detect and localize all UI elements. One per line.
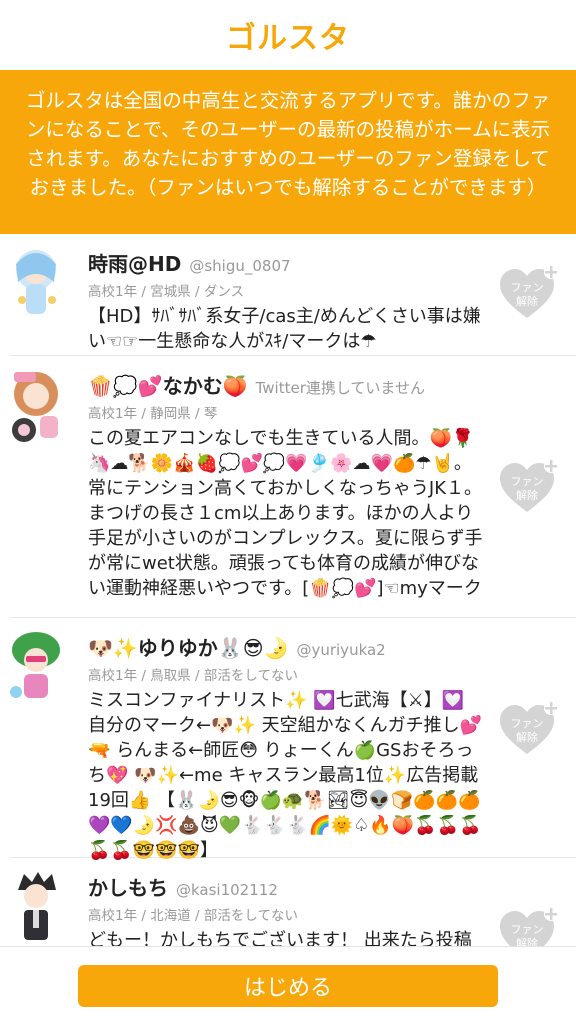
avatar[interactable] xyxy=(6,868,68,946)
avatar-image-icon xyxy=(10,632,60,698)
user-meta: 高校1年 / 北海道 / 部活をしてない xyxy=(88,908,298,924)
user-name[interactable]: 時雨@HD xyxy=(88,248,181,277)
app-logo: ゴルスタ xyxy=(226,21,350,56)
start-button[interactable]: はじめる xyxy=(78,964,498,1007)
avatar[interactable] xyxy=(6,244,68,324)
list-item[interactable]: かしもち @kasi102112 高校1年 / 北海道 / 部活をしてない ども… xyxy=(10,858,576,946)
avatar[interactable] xyxy=(6,366,68,446)
fan-remove-button[interactable]: ファン 解除 xyxy=(498,906,562,946)
fan-remove-button[interactable]: ファン 解除 xyxy=(498,458,562,518)
app-header: ゴルスタ xyxy=(0,0,576,70)
user-meta: 高校1年 / 宮城県 / ダンス xyxy=(88,284,245,300)
list-item[interactable]: 時雨@HD @shigu_0807 高校1年 / 宮城県 / ダンス 【HD】ｻ… xyxy=(10,234,576,356)
user-bio: 【HD】ｻﾊﾞｻﾊﾞ系女子/cas主/めんどくさい事は嫌い☜☞一生懸命な人がｽｷ… xyxy=(88,306,481,352)
fan-remove-button[interactable]: ファン 解除 xyxy=(498,264,562,324)
user-meta: 高校1年 / 静岡県 / 琴 xyxy=(88,406,218,422)
list-item[interactable]: 🐶✨ゆりゆか🐰😎🌛 @yuriyuka2 高校1年 / 鳥取県 / 部活をしてな… xyxy=(10,618,576,861)
user-handle: @shigu_0807 xyxy=(189,257,291,275)
user-handle: @yuriyuka2 xyxy=(296,641,386,659)
user-name[interactable]: かしもち xyxy=(88,872,168,901)
avatar-image-icon xyxy=(12,372,58,442)
user-meta: 高校1年 / 鳥取県 / 部活をしてない xyxy=(88,668,298,684)
user-handle: Twitter連携していません xyxy=(255,379,425,397)
user-handle: @kasi102112 xyxy=(176,881,278,899)
user-name[interactable]: 🍿💭💕なかむ🍑 xyxy=(88,370,248,399)
avatar[interactable] xyxy=(6,628,68,708)
banner-text: ゴルスタは全国の中高生と交流するアプリです。誰かのファンになることで、そのユーザ… xyxy=(25,89,551,199)
fan-remove-button[interactable]: ファン 解除 xyxy=(498,700,562,760)
user-name[interactable]: 🐶✨ゆりゆか🐰😎🌛 xyxy=(88,632,288,661)
fan-remove-label: ファン 解除 xyxy=(510,475,544,502)
info-banner: ゴルスタは全国の中高生と交流するアプリです。誰かのファンになることで、そのユーザ… xyxy=(0,70,576,234)
fan-remove-label: ファン 解除 xyxy=(510,281,544,308)
recommended-user-list[interactable]: 時雨@HD @shigu_0807 高校1年 / 宮城県 / ダンス 【HD】ｻ… xyxy=(0,234,576,946)
fan-remove-label: ファン 解除 xyxy=(510,923,544,946)
avatar-image-icon xyxy=(18,872,56,940)
user-bio: この夏エアコンなしでも生きている人間。🍑🌹🦄☁🐕🌼🎪🍓💭💕💭💗🎐🌸☁💗🍊☂🤘。常… xyxy=(88,428,483,599)
list-item[interactable]: 🍿💭💕なかむ🍑 Twitter連携していません 高校1年 / 静岡県 / 琴 こ… xyxy=(10,356,576,618)
fan-remove-label: ファン 解除 xyxy=(510,717,544,744)
user-bio: ミスコンファイナリスト✨ 💟七武海【⚔】💟 自分のマーク←🐶✨ 天空組かなくんガ… xyxy=(88,690,483,861)
user-bio: どもー！かしもちでございます！ 出来たら投稿いっぱいしていくんで、よろしくです！… xyxy=(88,930,472,946)
avatar-image-icon xyxy=(16,250,56,314)
footer-bar: はじめる xyxy=(0,946,576,1024)
